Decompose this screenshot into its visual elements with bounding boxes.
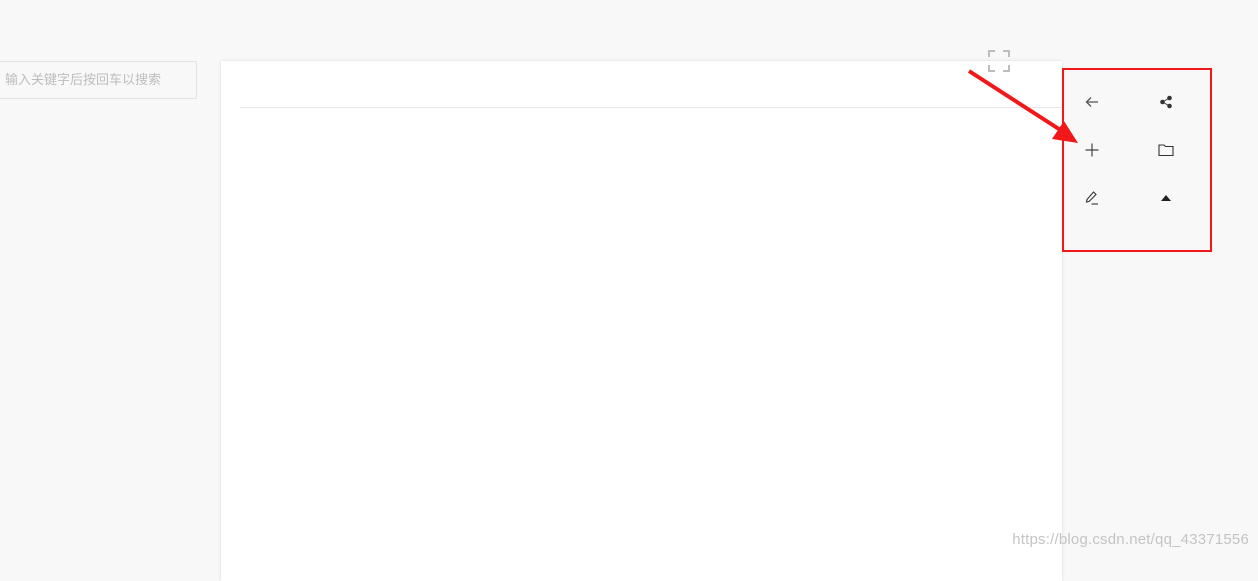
fullscreen-icon[interactable] <box>987 49 1011 73</box>
plus-icon <box>1084 142 1100 158</box>
search-input[interactable] <box>0 62 196 98</box>
floating-toolbar <box>1062 68 1212 252</box>
scroll-top-button[interactable] <box>1152 184 1180 212</box>
edit-button[interactable] <box>1078 184 1106 212</box>
share-icon <box>1159 95 1173 109</box>
pencil-icon <box>1084 190 1100 206</box>
triangle-up-icon <box>1160 194 1172 202</box>
folder-icon <box>1158 143 1174 157</box>
share-button[interactable] <box>1152 88 1180 116</box>
folder-button[interactable] <box>1152 136 1180 164</box>
watermark: https://blog.csdn.net/qq_43371556 <box>1012 531 1249 548</box>
back-button[interactable] <box>1078 88 1106 116</box>
add-button[interactable] <box>1078 136 1106 164</box>
document-panel <box>221 61 1062 581</box>
arrow-left-icon <box>1085 95 1099 109</box>
header-divider <box>240 107 1062 108</box>
search-box[interactable] <box>0 61 197 99</box>
